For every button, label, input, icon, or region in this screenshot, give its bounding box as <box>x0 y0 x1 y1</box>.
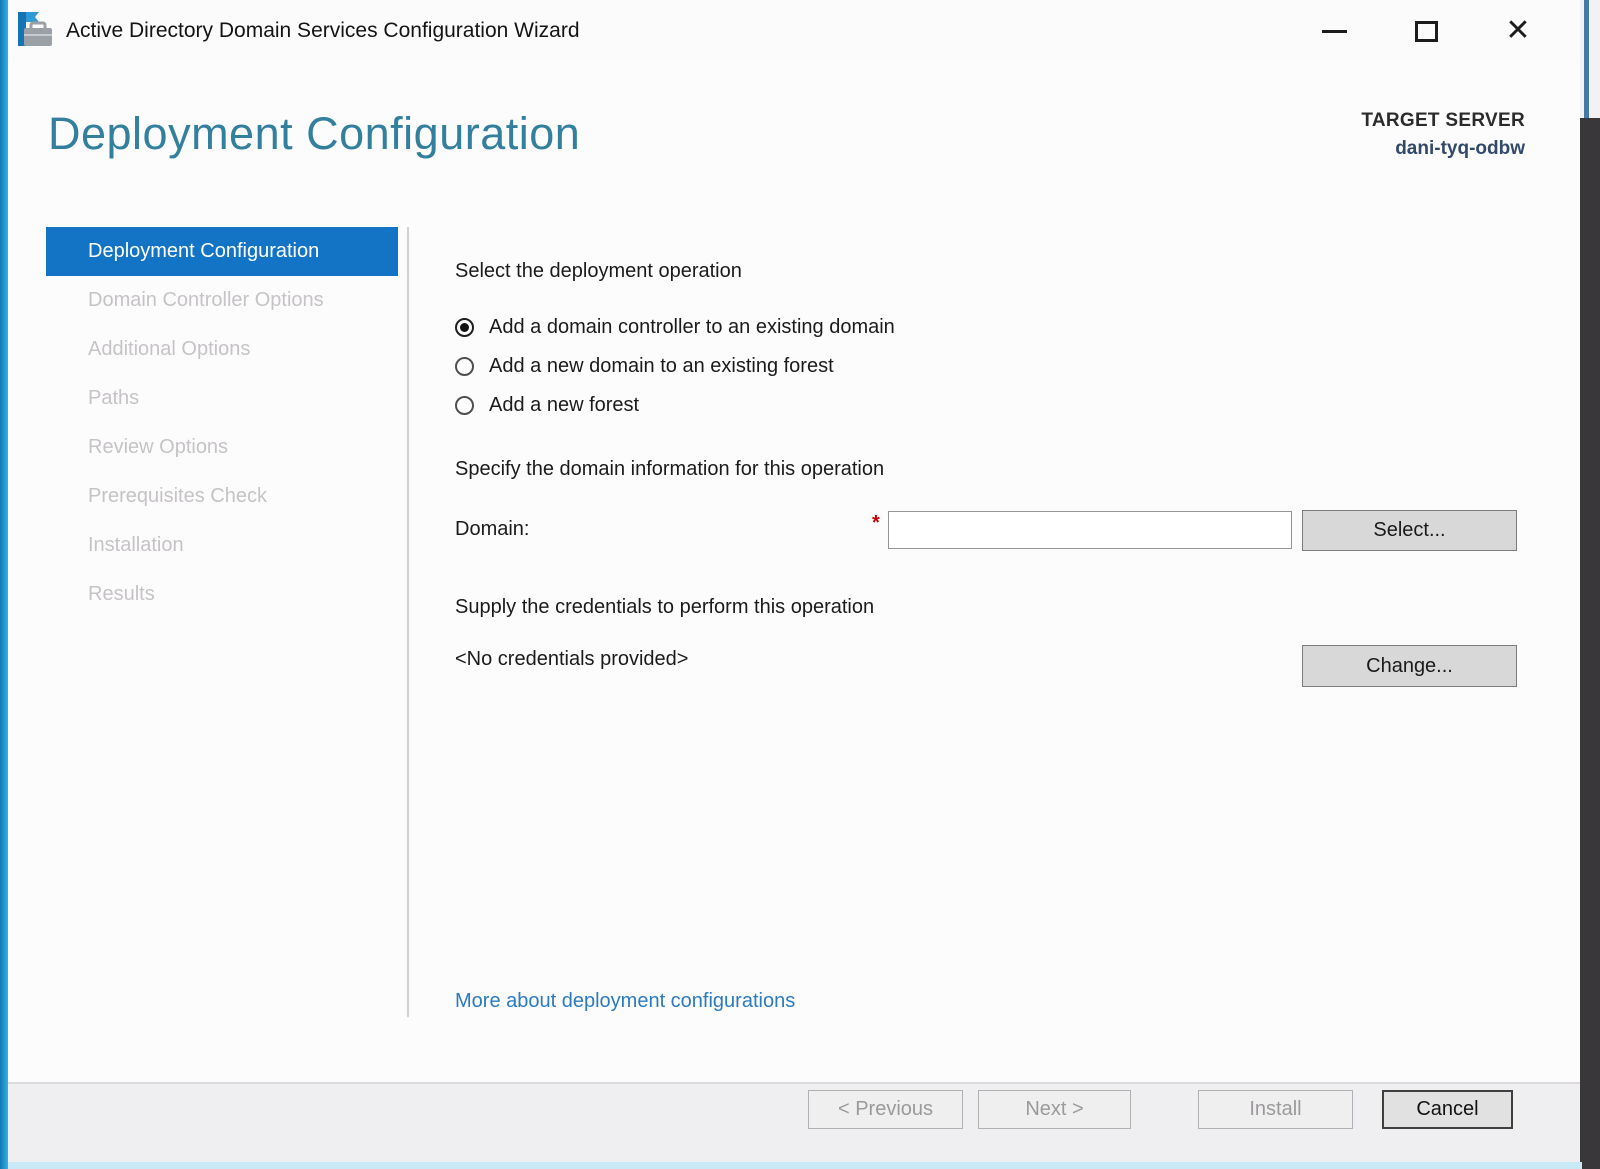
radio-label: Add a domain controller to an existing d… <box>489 316 895 339</box>
change-credentials-button[interactable]: Change... <box>1302 645 1517 687</box>
radio-button-icon <box>455 318 474 337</box>
sidebar-item-label: Installation <box>88 534 184 557</box>
close-button[interactable]: ✕ <box>1498 11 1538 51</box>
sidebar-item-paths: Paths <box>46 374 398 423</box>
sidebar-item-deployment-configuration[interactable]: Deployment Configuration <box>46 227 398 276</box>
sidebar-item-review-options: Review Options <box>46 423 398 472</box>
minimize-button[interactable] <box>1314 11 1354 51</box>
radio-label: Add a new domain to an existing forest <box>489 355 834 378</box>
sidebar-item-label: Review Options <box>88 436 228 459</box>
credentials-value: <No credentials provided> <box>455 648 688 671</box>
sidebar-item-label: Additional Options <box>88 338 250 361</box>
target-server-name: dani-tyq-odbw <box>1361 138 1525 160</box>
radio-button-icon <box>455 357 474 376</box>
sidebar-item-installation: Installation <box>46 521 398 570</box>
close-icon: ✕ <box>1505 16 1530 46</box>
minimize-icon <box>1322 30 1347 33</box>
target-server-label: TARGET SERVER <box>1361 110 1525 132</box>
titlebar: Active Directory Domain Services Configu… <box>0 0 1582 62</box>
sidebar-divider <box>407 227 409 1017</box>
radio-button-icon <box>455 396 474 415</box>
sidebar-item-label: Deployment Configuration <box>88 240 319 263</box>
radio-label: Add a new forest <box>489 394 639 417</box>
install-button[interactable]: Install <box>1198 1090 1353 1129</box>
window-controls: ✕ <box>1314 0 1538 62</box>
next-button[interactable]: Next > <box>978 1090 1131 1129</box>
radio-add-domain-controller-to-existing-domain[interactable]: Add a domain controller to an existing d… <box>455 308 895 347</box>
sidebar-item-additional-options: Additional Options <box>46 325 398 374</box>
sidebar-item-label: Prerequisites Check <box>88 485 267 508</box>
more-about-deployment-configurations-link[interactable]: More about deployment configurations <box>455 990 795 1013</box>
domain-field-label: Domain: <box>455 518 529 541</box>
sidebar-item-prerequisites-check: Prerequisites Check <box>46 472 398 521</box>
previous-button[interactable]: < Previous <box>808 1090 963 1129</box>
sidebar-item-domain-controller-options: Domain Controller Options <box>46 276 398 325</box>
wizard-steps-sidebar: Deployment Configuration Domain Controll… <box>46 227 398 619</box>
page-title: Deployment Configuration <box>48 108 580 160</box>
wizard-window: Active Directory Domain Services Configu… <box>0 0 1582 1169</box>
window-right-border <box>1584 0 1589 118</box>
sidebar-item-label: Domain Controller Options <box>88 289 324 312</box>
window-right-edge-top <box>1580 0 1600 118</box>
target-server-block: TARGET SERVER dani-tyq-odbw <box>1361 110 1525 160</box>
window-title: Active Directory Domain Services Configu… <box>66 0 580 62</box>
domain-input[interactable] <box>888 511 1292 549</box>
sidebar-item-label: Paths <box>88 387 139 410</box>
desktop-background-strip <box>1580 118 1600 1169</box>
credentials-section-label: Supply the credentials to perform this o… <box>455 596 874 619</box>
radio-add-new-domain-to-existing-forest[interactable]: Add a new domain to an existing forest <box>455 347 895 386</box>
deployment-operation-radio-group: Add a domain controller to an existing d… <box>455 308 895 425</box>
sidebar-item-label: Results <box>88 583 155 606</box>
operation-section-label: Select the deployment operation <box>455 260 742 283</box>
domain-section-label: Specify the domain information for this … <box>455 458 884 481</box>
maximize-button[interactable] <box>1406 11 1446 51</box>
radio-add-new-forest[interactable]: Add a new forest <box>455 386 895 425</box>
cancel-button[interactable]: Cancel <box>1382 1090 1513 1129</box>
required-marker: * <box>872 512 880 535</box>
select-domain-button[interactable]: Select... <box>1302 510 1517 551</box>
window-bottom-edge <box>0 1162 1582 1169</box>
sidebar-item-results: Results <box>46 570 398 619</box>
footer-bar: < Previous Next > Install Cancel <box>0 1082 1582 1162</box>
wizard-toolbox-icon <box>16 10 54 50</box>
window-left-edge <box>0 0 8 1169</box>
maximize-icon <box>1415 21 1438 42</box>
